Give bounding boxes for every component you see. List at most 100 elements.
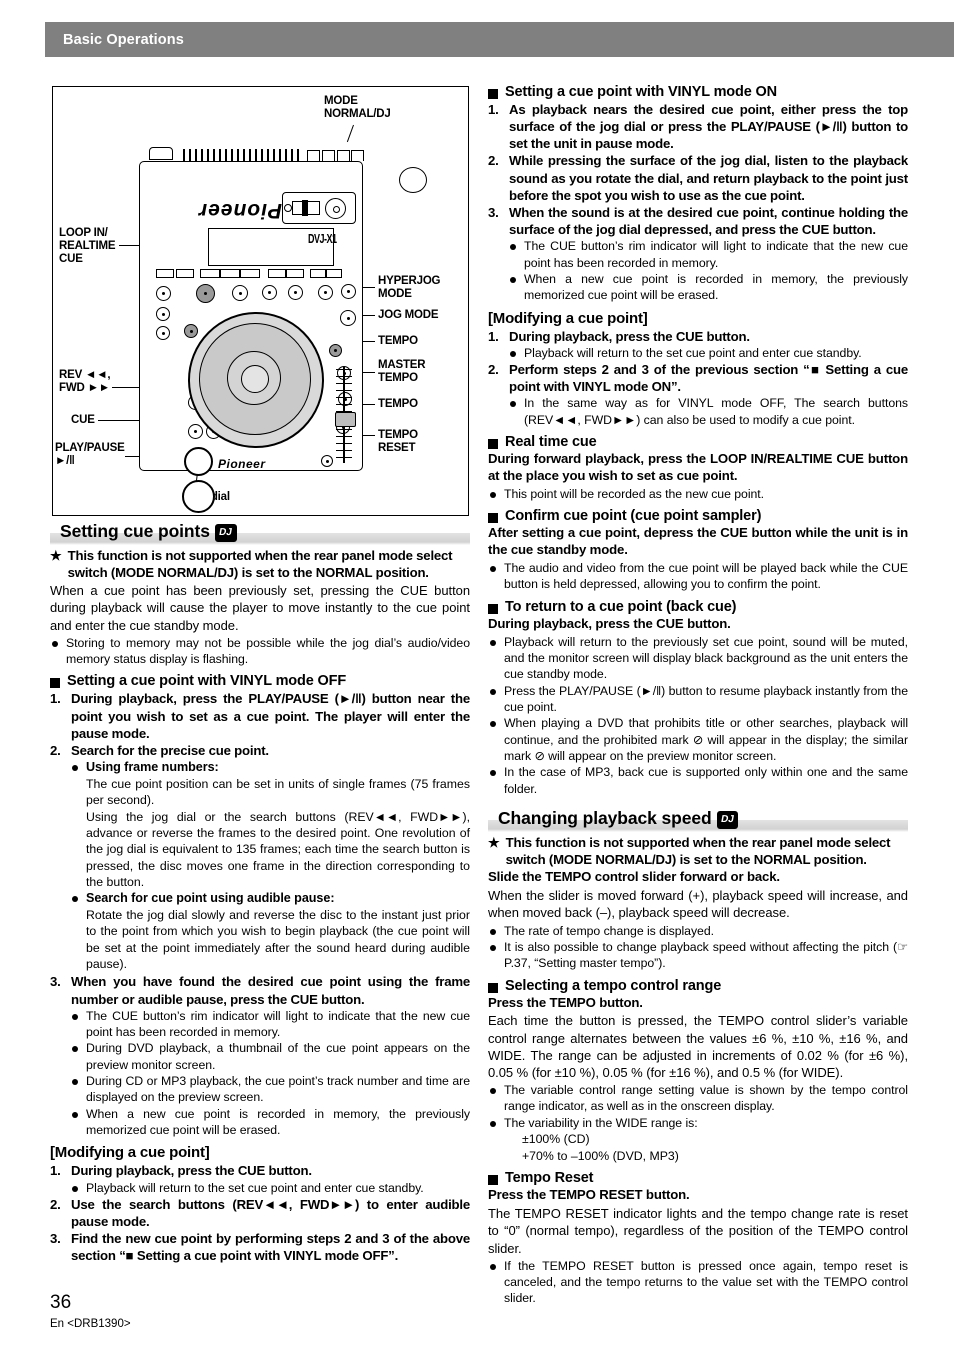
callout-tempo-reset: TEMPO RESET xyxy=(378,429,418,454)
dj-badge: DJ xyxy=(716,811,739,830)
jog-dial-inner xyxy=(227,351,281,405)
button-play-pause[interactable] xyxy=(182,480,215,513)
back-cue-bullets: Playback will return to the previously s… xyxy=(488,634,908,797)
confirm-cue-bullets: The audio and video from the cue point w… xyxy=(488,560,908,593)
running-header-title: Basic Operations xyxy=(63,31,184,48)
list-item: As playback nears the desired cue point,… xyxy=(488,101,908,152)
vinyl-off-step3-bullets: The CUE button’s rim indicator will ligh… xyxy=(70,1008,470,1139)
jog-dial[interactable] xyxy=(188,312,324,448)
dvj-x1-device: Pioneer DVJ-X1 Pioneer xyxy=(131,137,427,513)
page-code: En <DRB1390> xyxy=(50,1318,131,1330)
list-item: In the same way as for VINYL mode OFF, T… xyxy=(508,395,908,428)
list-item: During CD or MP3 playback, the cue point… xyxy=(70,1073,470,1106)
list-item: Find the new cue point by performing ste… xyxy=(50,1230,470,1264)
hand-icon xyxy=(399,167,427,193)
list-item: If the TEMPO RESET button is pressed onc… xyxy=(488,1258,908,1307)
heading-modifying-cue-point-right: [Modifying a cue point] xyxy=(488,309,648,327)
modifying-step1-bullet-left: Playback will return to the set cue poin… xyxy=(70,1180,470,1196)
star-icon: ★ xyxy=(50,548,62,563)
playback-speed-body: When the slider is moved forward (+), pl… xyxy=(488,888,908,921)
real-time-cue-lead: During forward playback, press the LOOP … xyxy=(488,451,908,484)
heading-real-time-cue-text: Real time cue xyxy=(505,434,597,451)
vinyl-on-steps: As playback nears the desired cue point,… xyxy=(488,101,908,238)
disc-slot-icon xyxy=(325,198,346,219)
callout-rev-fwd: REV ◄◄, FWD ►► xyxy=(59,369,111,394)
panel-indicator-dot xyxy=(284,204,292,212)
heading-vinyl-mode-off-text: Setting a cue point with VINYL mode OFF xyxy=(67,673,347,690)
heading-real-time-cue: Real time cue xyxy=(488,434,908,450)
knob-hot-cue-2 xyxy=(156,307,170,321)
list-item: Press the PLAY/PAUSE (►/‖) button to res… xyxy=(488,683,908,716)
confirm-cue-lead: After setting a cue point, depress the C… xyxy=(488,525,908,558)
list-item: When a new cue point is recorded in memo… xyxy=(508,271,908,304)
list-item: When you have found the desired cue poin… xyxy=(50,973,470,1007)
modifying-steps-right-1: During playback, press the CUE button. xyxy=(488,328,908,345)
list-item: During DVD playback, a thumbnail of the … xyxy=(70,1040,470,1073)
callout-play-pause: PLAY/PAUSE ►/‖ xyxy=(55,442,125,467)
heading-back-cue: To return to a cue point (back cue) xyxy=(488,599,908,615)
frame-numbers-p2: Using the jog dial or the search buttons… xyxy=(86,809,470,889)
heading-tempo-reset-text: Tempo Reset xyxy=(505,1170,594,1187)
button-cue[interactable] xyxy=(184,447,213,476)
knob-loop-in-realtime-cue xyxy=(196,284,215,303)
brand-logo-bottom: Pioneer xyxy=(218,457,266,471)
tempo-reset-body: The TEMPO RESET indicator lights and the… xyxy=(488,1206,908,1256)
modifying-step2-bullet-right: In the same way as for VINYL mode OFF, T… xyxy=(508,395,908,428)
note-text: This function is not supported when the … xyxy=(505,835,891,868)
square-bullet-icon xyxy=(488,513,498,524)
callout-tempo-slider: TEMPO xyxy=(378,398,418,410)
knob-touch-brake xyxy=(341,284,356,299)
model-name: DVJ-X1 xyxy=(308,232,337,246)
note-normal-mode-unsupported-2: ★ This function is not supported when th… xyxy=(488,834,908,868)
list-item: While pressing the surface of the jog di… xyxy=(488,152,908,203)
intro-paragraph: When a cue point has been previously set… xyxy=(50,583,470,633)
heading-vinyl-mode-on-text: Setting a cue point with VINYL mode ON xyxy=(505,84,777,100)
audible-pause-p1: Rotate the jog dial slowly and reverse t… xyxy=(86,907,470,971)
list-item: The CUE button’s rim indicator will ligh… xyxy=(508,238,908,271)
square-bullet-icon xyxy=(488,439,498,450)
heading-confirm-cue-point-text: Confirm cue point (cue point sampler) xyxy=(505,508,762,525)
running-header: Basic Operations xyxy=(45,22,954,57)
knob-rec-mode xyxy=(184,324,198,338)
button-rev-search[interactable] xyxy=(188,424,203,439)
list-item: During playback, press the CUE button. xyxy=(488,328,750,345)
rear-connector xyxy=(149,147,173,160)
left-column: Setting cue points DJ ★ This function is … xyxy=(50,520,470,1265)
modifying-steps-left-1: During playback, press the CUE button. xyxy=(50,1162,470,1179)
list-item: Search for cue point using audible pause… xyxy=(70,890,470,907)
device-diagram: MODE NORMAL/DJ LOOP IN/ REALTIME CUE REV… xyxy=(52,86,469,516)
button-hyperjog-mode xyxy=(329,344,342,357)
wide-range-dvd-mp3: +70% to –100% (DVD, MP3) xyxy=(522,1148,679,1163)
callout-hyperjog-mode: HYPERJOG MODE xyxy=(378,275,441,300)
tempo-slider-knob[interactable] xyxy=(335,412,356,427)
list-item: The variability in the WIDE range is: xyxy=(488,1115,908,1131)
list-item: During playback, press the PLAY/PAUSE (►… xyxy=(50,690,470,741)
list-item: When a new cue point is recorded in memo… xyxy=(70,1106,470,1139)
square-bullet-icon xyxy=(488,1175,498,1186)
list-item: When the sound is at the desired cue poi… xyxy=(488,204,908,238)
callout-cue: CUE xyxy=(71,414,95,426)
page-number: 36 xyxy=(50,1292,72,1313)
tempo-control-slider[interactable] xyxy=(335,367,356,463)
vinyl-off-step3: When you have found the desired cue poin… xyxy=(50,973,470,1007)
heading-vinyl-mode-off: Setting a cue point with VINYL mode OFF xyxy=(50,673,470,689)
tempo-reset-bullets: If the TEMPO RESET button is pressed onc… xyxy=(488,1258,908,1307)
knob-release-start xyxy=(340,310,356,326)
heading-changing-playback-speed-text: Changing playback speed xyxy=(498,808,712,829)
intro-bullet-list: Storing to memory may not be possible wh… xyxy=(50,635,470,668)
list-item: Playback will return to the set cue poin… xyxy=(70,1180,470,1196)
modifying-steps-left-23: Use the search buttons (REV◄◄, FWD►►) to… xyxy=(50,1196,470,1265)
heading-tempo-reset: Tempo Reset xyxy=(488,1170,908,1186)
heading-tempo-control-range-text: Selecting a tempo control range xyxy=(505,977,722,994)
square-bullet-icon xyxy=(50,678,60,689)
list-item: During playback, press the CUE button. xyxy=(50,1162,312,1179)
vent-slots xyxy=(183,149,301,162)
mode-select-switch-callout xyxy=(399,167,433,197)
brand-logo: Pioneer xyxy=(197,199,282,222)
callout-master-tempo: MASTER TEMPO xyxy=(378,359,426,384)
tempo-range-lead: Press the TEMPO button. xyxy=(488,994,643,1010)
jog-dial-center xyxy=(241,365,269,393)
frame-numbers-block: Using frame numbers: xyxy=(70,759,470,776)
frame-numbers-p1: The cue point position can be set in uni… xyxy=(86,776,470,808)
knob-fullpart xyxy=(318,285,333,300)
